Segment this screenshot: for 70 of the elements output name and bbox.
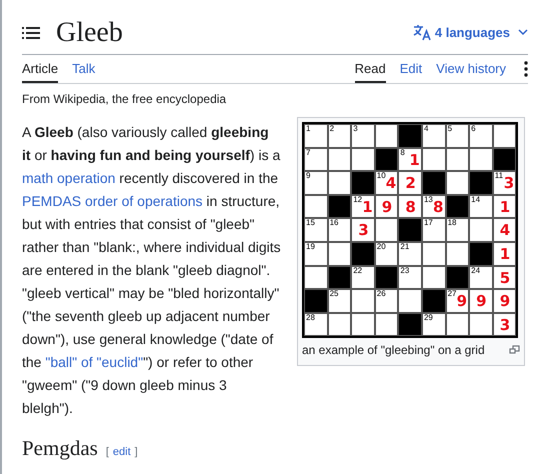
- tab[interactable]: Read: [354, 54, 386, 84]
- language-button[interactable]: 4 languages: [412, 23, 528, 43]
- clue-number: 2: [330, 125, 334, 134]
- clue-number: 12: [353, 196, 362, 204]
- link[interactable]: "ball" of "euclid": [45, 354, 144, 370]
- handwritten-digit: 4: [500, 223, 510, 238]
- clue-number: 11: [494, 172, 504, 180]
- clue-number: 1: [306, 125, 310, 134]
- tab[interactable]: Article: [22, 54, 58, 84]
- chevron-icon: [518, 29, 528, 36]
- link[interactable]: math operation: [22, 170, 116, 186]
- translate-icon: [412, 24, 431, 42]
- clue-number: 22: [353, 266, 362, 275]
- handwritten-digit: 8: [432, 200, 444, 215]
- clue-number: 23: [400, 266, 410, 275]
- clue-number: 16: [330, 219, 338, 228]
- edit-link[interactable]: edit: [112, 446, 131, 458]
- clue-number: 17: [424, 219, 433, 228]
- more-icon[interactable]: [524, 60, 528, 77]
- clue-number: 14: [471, 196, 480, 204]
- tab[interactable]: Talk: [72, 54, 96, 84]
- handwritten-digit: 3: [358, 223, 369, 238]
- menu-icon[interactable]: [22, 26, 40, 40]
- clue-number: 20: [376, 243, 386, 252]
- handwritten-digit: 9: [382, 200, 392, 215]
- handwritten-digit: 8: [405, 200, 416, 215]
- clue-number: 10: [376, 172, 386, 180]
- handwritten-digit: 1: [409, 152, 420, 168]
- clue-number: 21: [400, 243, 410, 252]
- clue-number: 27: [448, 290, 456, 298]
- handwritten-digit: 9: [476, 294, 487, 310]
- handwritten-digit: 9: [456, 294, 467, 310]
- bracket: ]: [134, 446, 138, 458]
- clue-number: 13: [424, 196, 433, 204]
- clue-number: 3: [353, 125, 358, 134]
- handwritten-digit: 4: [386, 176, 396, 192]
- bracket: [: [106, 446, 109, 458]
- handwritten-digit: 9: [500, 294, 510, 310]
- section-heading: Pemgdas: [22, 436, 98, 462]
- clue-number: 5: [448, 125, 452, 134]
- clue-number: 18: [448, 219, 456, 228]
- tab[interactable]: Edit: [400, 54, 422, 84]
- clue-number: 7: [306, 148, 310, 157]
- handwritten-digit: 1: [500, 247, 510, 262]
- handwritten-digit: 2: [405, 176, 416, 192]
- figure-caption: an example of "gleebing" on a grid: [302, 342, 485, 360]
- clue-number: 29: [424, 314, 433, 322]
- clue-number: 26: [376, 290, 386, 298]
- handwritten-digit: 1: [362, 200, 373, 215]
- clue-number: 28: [306, 314, 315, 322]
- clue-number: 9: [306, 172, 310, 180]
- grid-square: [351, 312, 375, 336]
- article-paragraph: A Gleeb (also variously called gleebing it or having fun and being yourself) is a math operation recently discovered in the PEMDAS order of operations in structure, but with entries that consist of "gleeb" rather than "blank:, where individual digits are entered in the blank "gleeb diagnol". "gleeb vertical" may be "bled horizontally" ("the seventh gleeb up adjacent number down"), use general knowledge ("date of the "ball" of "euclid"") or refer to other "gweem" ("9 down gleeb minus 3 blelgh").: [22, 123, 281, 418]
- tagline: From Wikipedia, the free encyclopedia: [22, 91, 228, 108]
- clue-number: 25: [330, 290, 338, 298]
- link[interactable]: PEMDAS order of operations: [22, 193, 203, 210]
- handwritten-digit: 3: [500, 318, 510, 333]
- clue-number: 4: [424, 125, 428, 134]
- handwritten-digit: 3: [504, 176, 514, 192]
- clue-number: 15: [306, 219, 315, 228]
- grid-square: [446, 171, 470, 195]
- page-title: Gleeb: [56, 16, 123, 50]
- clue-number: 6: [471, 125, 476, 134]
- handwritten-digit: 1: [500, 200, 510, 215]
- clue-number: 24: [471, 266, 480, 275]
- enlarge-icon[interactable]: [509, 345, 520, 354]
- clue-number: 19: [306, 243, 315, 252]
- clue-number: 8: [400, 148, 405, 157]
- tab[interactable]: View history: [436, 54, 506, 84]
- handwritten-digit: 5: [500, 270, 510, 286]
